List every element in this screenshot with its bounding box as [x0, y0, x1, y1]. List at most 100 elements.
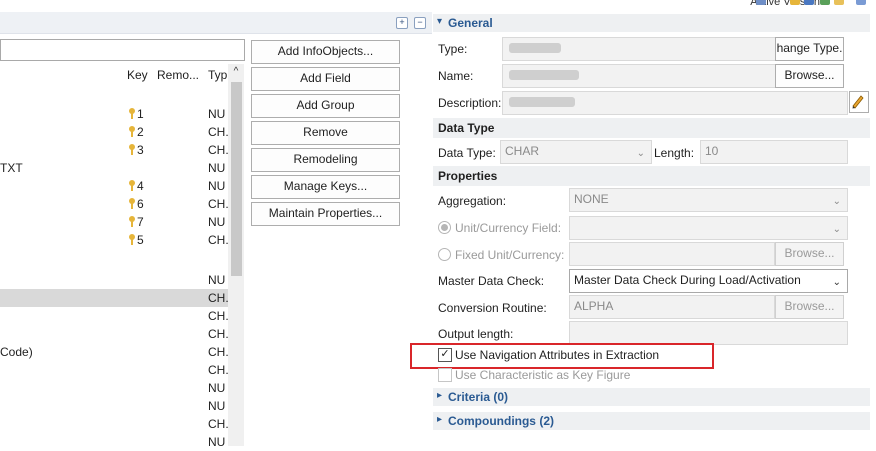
- column-header-key[interactable]: Key: [127, 68, 148, 82]
- remodeling-button[interactable]: Remodeling: [251, 148, 400, 172]
- description-label: Description:: [438, 96, 502, 110]
- redacted-text: [509, 43, 561, 53]
- row-text: TXT: [0, 161, 23, 175]
- row-type: NU: [208, 161, 226, 175]
- filter-input[interactable]: [0, 39, 245, 61]
- fixed-unit-field: [569, 242, 775, 266]
- window-icon[interactable]: [804, 0, 814, 5]
- data-type-section-title: Data Type: [438, 121, 495, 135]
- data-type-label: Data Type:: [438, 146, 496, 160]
- fixed-unit-browse-button[interactable]: Browse...: [775, 242, 844, 266]
- row-type: NU: [208, 399, 226, 413]
- column-header-type[interactable]: Typ: [208, 68, 227, 82]
- maintain-properties-button[interactable]: Maintain Properties...: [251, 202, 400, 226]
- table-row[interactable]: Code) CH.: [0, 343, 229, 361]
- expand-all-icon[interactable]: +: [396, 17, 408, 29]
- table-row[interactable]: 6 CH.: [0, 195, 229, 213]
- toolbar-icons: [750, 0, 870, 6]
- conversion-routine-browse-button[interactable]: Browse...: [775, 295, 844, 319]
- manage-keys-button[interactable]: Manage Keys...: [251, 175, 400, 199]
- table-row[interactable]: NU: [0, 433, 228, 451]
- column-header-remote[interactable]: Remo...: [157, 68, 199, 82]
- add-group-button[interactable]: Add Group: [251, 94, 400, 118]
- key-icon: [129, 180, 135, 191]
- scrollbar-thumb[interactable]: [231, 82, 242, 276]
- chevron-down-icon: ⌄: [832, 196, 841, 207]
- use-char-as-kf-label: Use Characteristic as Key Figure: [455, 368, 631, 382]
- row-key: 4: [137, 179, 144, 193]
- table-row-selected[interactable]: CH.: [0, 289, 229, 307]
- criteria-section-header[interactable]: ▸ Criteria (0): [433, 388, 870, 406]
- row-type: CH.: [208, 363, 229, 377]
- length-value: 10: [705, 144, 719, 158]
- row-type: CH.: [208, 233, 229, 247]
- aggregation-select[interactable]: NONE ⌄: [569, 188, 848, 212]
- type-field: [502, 37, 779, 61]
- chevron-right-icon: ▸: [437, 414, 443, 425]
- table-row[interactable]: CH.: [0, 415, 229, 433]
- row-type: NU: [208, 179, 226, 193]
- row-type: CH.: [208, 125, 229, 139]
- dropdown-icon[interactable]: [756, 0, 766, 5]
- table-row[interactable]: 7 NU: [0, 213, 228, 231]
- table-row[interactable]: CH.: [0, 325, 229, 343]
- unit-currency-radio[interactable]: [438, 221, 451, 234]
- table-row[interactable]: CH.: [0, 307, 229, 325]
- table-row[interactable]: CH.: [0, 361, 229, 379]
- row-key: 7: [137, 215, 144, 229]
- master-data-check-label: Master Data Check:: [438, 274, 545, 288]
- table-row[interactable]: NU: [0, 271, 228, 289]
- table-row[interactable]: 5 CH.: [0, 231, 229, 249]
- edit-icon[interactable]: [834, 0, 844, 5]
- key-icon: [129, 216, 135, 227]
- row-key: 1: [137, 107, 144, 121]
- table-row[interactable]: [0, 249, 228, 267]
- use-char-as-kf-checkbox[interactable]: [438, 368, 452, 382]
- aggregation-value: NONE: [574, 192, 609, 206]
- table-row[interactable]: NU: [0, 379, 228, 397]
- left-panel-header: + −: [0, 12, 432, 34]
- sync-icon[interactable]: [856, 0, 866, 5]
- data-type-section-header: Data Type: [433, 118, 870, 138]
- table-row[interactable]: 2 CH.: [0, 123, 229, 141]
- master-data-check-select[interactable]: Master Data Check During Load/Activation…: [569, 269, 848, 293]
- table-row[interactable]: 1 NU: [0, 105, 228, 123]
- table-row[interactable]: 3 CH.: [0, 141, 229, 159]
- general-section-header[interactable]: ▾ General: [433, 14, 870, 32]
- table-row[interactable]: 4 NU: [0, 177, 228, 195]
- data-type-value: CHAR: [505, 144, 540, 158]
- general-section-title: General: [448, 16, 493, 30]
- folder-icon[interactable]: [790, 0, 800, 5]
- table-row[interactable]: NU: [0, 397, 228, 415]
- add-infoobjects-button[interactable]: Add InfoObjects...: [251, 40, 400, 64]
- chevron-down-icon: ▾: [437, 16, 443, 27]
- conversion-routine-field: ALPHA: [569, 295, 775, 319]
- redacted-text: [509, 70, 579, 80]
- add-field-button[interactable]: Add Field: [251, 67, 400, 91]
- edit-description-button[interactable]: [849, 91, 869, 113]
- master-data-check-value: Master Data Check During Load/Activation: [574, 273, 801, 287]
- row-key: 3: [137, 143, 144, 157]
- data-type-select[interactable]: CHAR ⌄: [500, 140, 652, 164]
- key-icon: [129, 144, 135, 155]
- row-type: CH.: [208, 291, 229, 305]
- table-scrollbar[interactable]: ^: [228, 64, 244, 446]
- scroll-up-arrow-icon[interactable]: ^: [229, 65, 243, 79]
- table-row[interactable]: TXT NU: [0, 159, 228, 177]
- remove-button[interactable]: Remove: [251, 121, 400, 145]
- fields-table: Key Remo... Typ 1 NU 2 CH. 3 CH. TXT NU …: [0, 62, 245, 449]
- compoundings-section-header[interactable]: ▸ Compoundings (2): [433, 412, 870, 430]
- fixed-unit-radio[interactable]: [438, 248, 451, 261]
- row-key: 6: [137, 197, 144, 211]
- unit-currency-select[interactable]: ⌄: [569, 216, 848, 240]
- row-type: NU: [208, 107, 226, 121]
- refresh-icon[interactable]: [820, 0, 830, 5]
- collapse-all-icon[interactable]: −: [414, 17, 426, 29]
- redacted-text: [509, 97, 575, 107]
- change-type-button[interactable]: hange Type.: [775, 37, 844, 61]
- name-browse-button[interactable]: Browse...: [775, 64, 844, 88]
- row-key: 2: [137, 125, 144, 139]
- output-length-label: Output length:: [438, 327, 514, 341]
- highlight-box: [410, 343, 714, 369]
- criteria-section-title: Criteria (0): [448, 390, 509, 404]
